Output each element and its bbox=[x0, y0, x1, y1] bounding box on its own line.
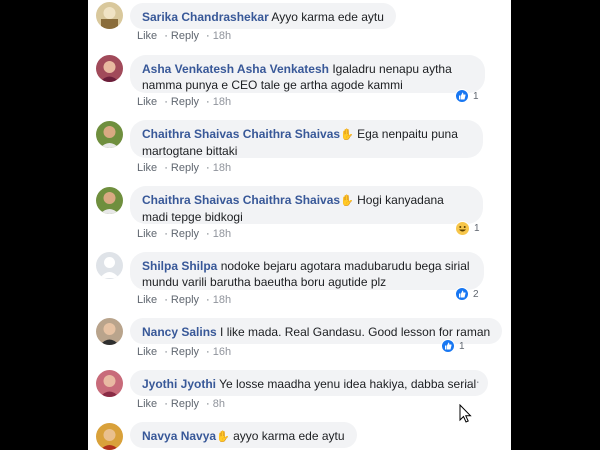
comment-actions: Like · Reply · 8h bbox=[137, 398, 226, 410]
reaction-summary[interactable]: 2 bbox=[455, 286, 479, 302]
comment-time[interactable]: 18h bbox=[213, 96, 231, 108]
comment-author[interactable]: Navya Navya bbox=[142, 429, 216, 443]
comments-panel: Sarika Chandrashekar Ayyo karma ede aytu… bbox=[88, 0, 511, 450]
comment-author[interactable]: Sarika Chandrashekar bbox=[142, 10, 269, 24]
like-reaction-icon bbox=[441, 339, 455, 353]
comment-bubble: Sarika Chandrashekar Ayyo karma ede aytu bbox=[130, 3, 396, 29]
avatar[interactable] bbox=[96, 318, 123, 345]
comment-author[interactable]: Asha Venkatesh Asha Venkatesh bbox=[142, 62, 329, 76]
comment-bubble: Jyothi Jyothi Ye losse maadha yenu idea … bbox=[130, 370, 489, 396]
comment-author[interactable]: Jyothi Jyothi bbox=[142, 377, 216, 391]
hand-emoji-icon: ✋ bbox=[340, 195, 354, 207]
comment-author[interactable]: Nancy Salins bbox=[142, 325, 217, 339]
reply-link[interactable]: Reply bbox=[171, 96, 199, 108]
hand-emoji-icon: ✋ bbox=[216, 431, 230, 443]
mouse-cursor-icon bbox=[459, 403, 473, 429]
comment-bubble: Chaithra Shaivas Chaithra Shaivas✋ Hogi … bbox=[130, 186, 483, 224]
comment-author[interactable]: Shilpa Shilpa bbox=[142, 259, 217, 273]
like-link[interactable]: Like bbox=[137, 398, 157, 410]
avatar[interactable] bbox=[96, 370, 123, 397]
more-options-icon[interactable]: ··· bbox=[464, 373, 481, 389]
reply-link[interactable]: Reply bbox=[171, 346, 199, 358]
comment-time[interactable]: 18h bbox=[213, 162, 231, 174]
comment-text: ayyo karma ede aytu bbox=[233, 429, 345, 443]
like-reaction-icon bbox=[455, 89, 469, 103]
like-link[interactable]: Like bbox=[137, 30, 157, 42]
reaction-summary[interactable]: 1 bbox=[455, 88, 479, 104]
comment-actions: Like · Reply · 18h bbox=[137, 162, 232, 174]
like-link[interactable]: Like bbox=[137, 294, 157, 306]
reply-link[interactable]: Reply bbox=[171, 30, 199, 42]
comment-bubble: Shilpa Shilpa nodoke bejaru agotara madu… bbox=[130, 252, 484, 290]
reaction-count: 2 bbox=[473, 288, 479, 300]
comment-text: Ayyo karma ede aytu bbox=[271, 10, 384, 24]
comment-bubble: Asha Venkatesh Asha Venkatesh Igaladru n… bbox=[130, 55, 485, 93]
comment-bubble: Chaithra Shaivas Chaithra Shaivas✋ Ega n… bbox=[130, 120, 483, 158]
hand-emoji-icon: ✋ bbox=[340, 129, 354, 141]
haha-reaction-icon bbox=[455, 220, 470, 236]
reply-link[interactable]: Reply bbox=[171, 228, 199, 240]
comment-text: Ye losse maadha yenu idea hakiya, dabba … bbox=[219, 377, 477, 391]
avatar[interactable] bbox=[96, 423, 123, 450]
comment-time[interactable]: 16h bbox=[213, 346, 231, 358]
like-link[interactable]: Like bbox=[137, 162, 157, 174]
reaction-count: 1 bbox=[474, 222, 480, 234]
comment-time[interactable]: 18h bbox=[213, 228, 231, 240]
avatar[interactable] bbox=[96, 252, 123, 279]
reaction-summary[interactable]: 1 bbox=[441, 338, 465, 354]
comment-text: I like mada. Real Gandasu. Good lesson f… bbox=[220, 325, 491, 339]
avatar[interactable] bbox=[96, 55, 123, 82]
avatar[interactable] bbox=[96, 2, 123, 29]
reaction-count: 1 bbox=[459, 340, 465, 352]
comment-actions: Like · Reply · 18h bbox=[137, 228, 232, 240]
like-link[interactable]: Like bbox=[137, 346, 157, 358]
comment-time[interactable]: 8h bbox=[213, 398, 225, 410]
comment-bubble: Navya Navya✋ ayyo karma ede aytu bbox=[130, 422, 357, 448]
reaction-count: 1 bbox=[473, 90, 479, 102]
avatar[interactable] bbox=[96, 187, 123, 214]
comment-actions: Like · Reply · 18h bbox=[137, 294, 232, 306]
comment-time[interactable]: 18h bbox=[213, 294, 231, 306]
comment-actions: Like · Reply · 18h bbox=[137, 30, 232, 42]
comment-time[interactable]: 18h bbox=[213, 30, 231, 42]
reaction-summary[interactable]: 1 bbox=[455, 220, 480, 236]
comment-author[interactable]: Chaithra Shaivas Chaithra Shaivas bbox=[142, 127, 340, 141]
comment-actions: Like · Reply · 18h bbox=[137, 96, 232, 108]
like-reaction-icon bbox=[455, 287, 469, 301]
reply-link[interactable]: Reply bbox=[171, 162, 199, 174]
comment-actions: Like · Reply · 16h bbox=[137, 346, 232, 358]
avatar[interactable] bbox=[96, 121, 123, 148]
reply-link[interactable]: Reply bbox=[171, 398, 199, 410]
like-link[interactable]: Like bbox=[137, 228, 157, 240]
reply-link[interactable]: Reply bbox=[171, 294, 199, 306]
comment-author[interactable]: Chaithra Shaivas Chaithra Shaivas bbox=[142, 193, 340, 207]
like-link[interactable]: Like bbox=[137, 96, 157, 108]
